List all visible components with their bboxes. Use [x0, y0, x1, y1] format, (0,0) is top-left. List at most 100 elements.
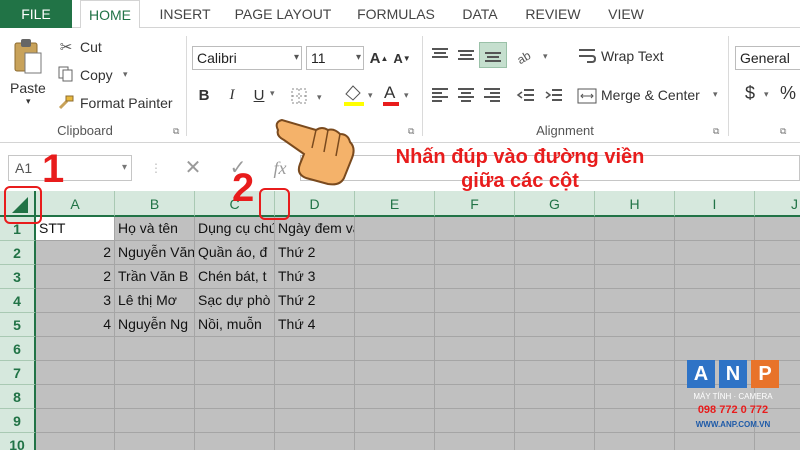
cell-h3[interactable] [595, 265, 675, 289]
tab-page-layout[interactable]: PAGE LAYOUT [228, 0, 338, 28]
column-header-h[interactable]: H [595, 191, 675, 217]
chevron-down-icon[interactable]: ▾ [122, 156, 127, 180]
cell-a10[interactable] [36, 433, 115, 450]
grow-font-button[interactable]: A ▲ [369, 48, 389, 68]
cell-a7[interactable] [36, 361, 115, 385]
cell-e9[interactable] [355, 409, 435, 433]
row-header-6[interactable]: 6 [0, 337, 36, 361]
tab-view[interactable]: VIEW [598, 0, 654, 28]
cell-j6[interactable] [755, 337, 800, 361]
cell-f7[interactable] [435, 361, 515, 385]
paste-chevron-icon[interactable]: ▾ [26, 96, 31, 107]
worksheet-grid[interactable]: ABCDEFGHIJ 1 2 3 4 5 6 7 8 9 10 STT Họ và tên Dụng … [0, 191, 800, 450]
cell-h5[interactable] [595, 313, 675, 337]
wrap-text-button[interactable]: Wrap Text [601, 48, 664, 64]
increase-indent-icon[interactable] [542, 84, 566, 106]
cell-j3[interactable] [755, 265, 800, 289]
row-header-8[interactable]: 8 [0, 385, 36, 409]
shrink-font-button[interactable]: A ▼ [392, 48, 412, 68]
cell-g2[interactable] [515, 241, 595, 265]
cell-g9[interactable] [515, 409, 595, 433]
row-header-3[interactable]: 3 [0, 265, 36, 289]
cancel-entry-button[interactable]: ✕ [175, 155, 211, 181]
cell-j1[interactable] [755, 217, 800, 241]
cell-i2[interactable] [675, 241, 755, 265]
cell-f6[interactable] [435, 337, 515, 361]
cell-g4[interactable] [515, 289, 595, 313]
italic-button[interactable]: I [223, 84, 241, 106]
borders-icon[interactable]: ▾ [287, 85, 331, 107]
column-header-j[interactable]: J [755, 191, 800, 217]
cell-f9[interactable] [435, 409, 515, 433]
cell-f8[interactable] [435, 385, 515, 409]
align-right-icon[interactable] [480, 84, 504, 106]
tab-insert[interactable]: INSERT [152, 0, 218, 28]
cell-h8[interactable] [595, 385, 675, 409]
alignment-launcher-icon[interactable]: ⧉ [713, 126, 719, 137]
cell-a6[interactable] [36, 337, 115, 361]
decrease-indent-icon[interactable] [514, 84, 538, 106]
cell-h2[interactable] [595, 241, 675, 265]
underline-button[interactable]: U [250, 84, 268, 106]
merge-chevron-icon[interactable]: ▾ [713, 89, 718, 100]
bold-button[interactable]: B [195, 84, 213, 106]
name-box[interactable]: A1 ▾ [8, 155, 132, 181]
cell-c2[interactable]: Quần áo, đ [195, 241, 275, 265]
cell-c8[interactable] [195, 385, 275, 409]
cell-e4[interactable] [355, 289, 435, 313]
cell-g10[interactable] [515, 433, 595, 450]
cell-i5[interactable] [675, 313, 755, 337]
cell-g7[interactable] [515, 361, 595, 385]
cell-h9[interactable] [595, 409, 675, 433]
cell-i1[interactable] [675, 217, 755, 241]
row-header-2[interactable]: 2 [0, 241, 36, 265]
cell-d2[interactable]: Thứ 2 [275, 241, 355, 265]
column-header-a[interactable]: A [36, 191, 115, 217]
cell-i3[interactable] [675, 265, 755, 289]
format-painter-button[interactable]: Format Painter [80, 95, 173, 111]
cell-g8[interactable] [515, 385, 595, 409]
font-name-combo[interactable]: Calibri ▾ [192, 46, 302, 70]
cell-i4[interactable] [675, 289, 755, 313]
cell-e3[interactable] [355, 265, 435, 289]
cell-h6[interactable] [595, 337, 675, 361]
cell-e10[interactable] [355, 433, 435, 450]
tab-formulas[interactable]: FORMULAS [350, 0, 442, 28]
cell-b4[interactable]: Lê thị Mơ [115, 289, 195, 313]
cell-b10[interactable] [115, 433, 195, 450]
currency-chevron-icon[interactable]: ▾ [764, 89, 769, 100]
cell-b3[interactable]: Trần Văn B [115, 265, 195, 289]
cell-a8[interactable] [36, 385, 115, 409]
cell-j2[interactable] [755, 241, 800, 265]
cell-a4[interactable]: 3 [36, 289, 115, 313]
column-header-i[interactable]: I [675, 191, 755, 217]
cell-b7[interactable] [115, 361, 195, 385]
cell-d9[interactable] [275, 409, 355, 433]
cell-d8[interactable] [275, 385, 355, 409]
percent-button[interactable]: % [780, 83, 796, 104]
column-header-f[interactable]: F [435, 191, 515, 217]
paste-button[interactable]: Paste [10, 80, 46, 96]
cell-b2[interactable]: Nguyễn Văn [115, 241, 195, 265]
cell-d4[interactable]: Thứ 2 [275, 289, 355, 313]
font-color-icon[interactable]: A ▾ [380, 80, 414, 108]
orientation-icon[interactable]: ab ▾ [515, 44, 555, 66]
cell-b6[interactable] [115, 337, 195, 361]
row-header-10[interactable]: 10 [0, 433, 36, 450]
cell-h4[interactable] [595, 289, 675, 313]
cell-d5[interactable]: Thứ 4 [275, 313, 355, 337]
cell-f3[interactable] [435, 265, 515, 289]
cell-i6[interactable] [675, 337, 755, 361]
cell-c5[interactable]: Nồi, muỗn [195, 313, 275, 337]
copy-button[interactable]: Copy [80, 67, 113, 83]
chevron-down-icon[interactable]: ▾ [294, 47, 299, 69]
cell-j5[interactable] [755, 313, 800, 337]
paste-icon[interactable] [10, 36, 46, 76]
cell-e7[interactable] [355, 361, 435, 385]
fill-color-icon[interactable]: ▾ [340, 80, 380, 108]
tab-data[interactable]: DATA [452, 0, 508, 28]
cell-d6[interactable] [275, 337, 355, 361]
cell-c4[interactable]: Sạc dự phò [195, 289, 275, 313]
font-launcher-icon[interactable]: ⧉ [408, 126, 414, 137]
cell-c1[interactable]: Dụng cụ chứa [195, 217, 275, 241]
